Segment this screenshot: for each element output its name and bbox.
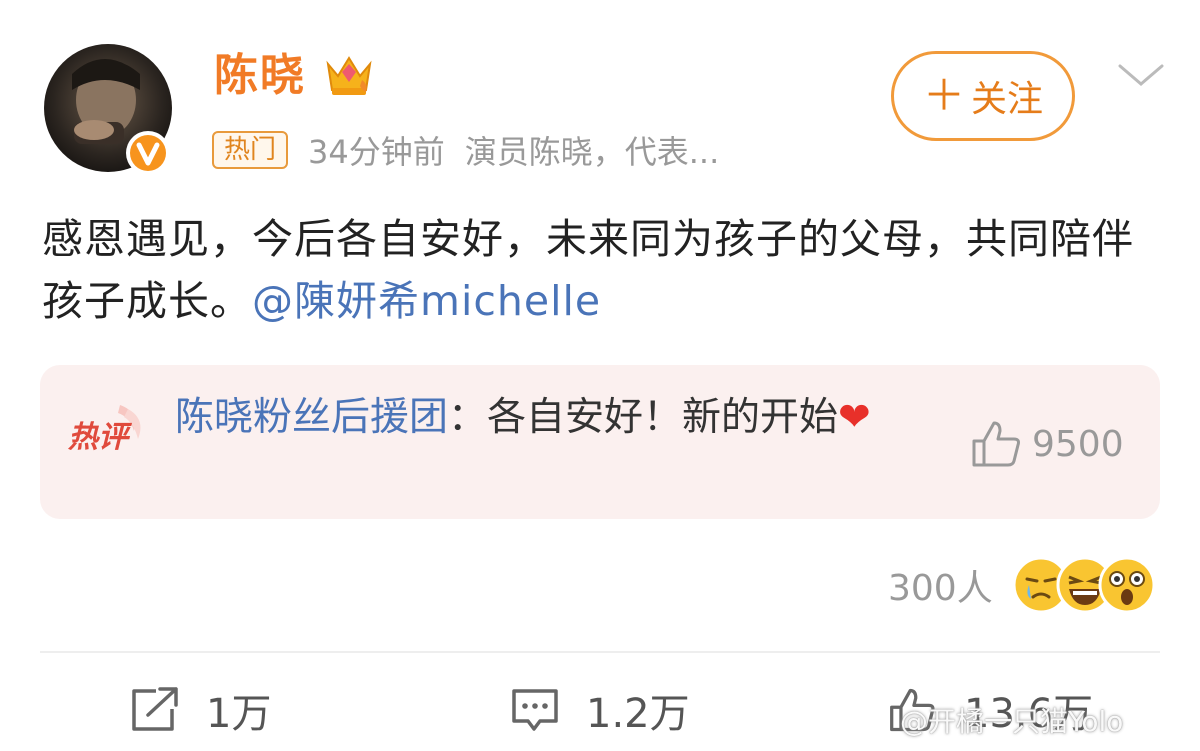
heart-icon: ❤ bbox=[838, 395, 871, 440]
watermark: @开橘一只猫Yolo bbox=[900, 705, 1124, 738]
post-meta: 热门 34分钟前 演员陈晓，代表... bbox=[212, 126, 719, 174]
hot-comment-card[interactable]: 热评 陈晓粉丝后援团：各自安好！新的开始❤ 9500 bbox=[40, 365, 1160, 519]
thumbs-up-icon bbox=[972, 421, 1020, 467]
plus-icon: ＋ bbox=[922, 71, 965, 120]
post-source: 演员陈晓，代表... bbox=[464, 133, 720, 171]
comment-count: 1.2万 bbox=[586, 691, 690, 737]
comment-button[interactable]: 1.2万 bbox=[510, 680, 690, 740]
divider bbox=[40, 651, 1160, 653]
follow-button[interactable]: ＋ 关注 bbox=[891, 51, 1075, 141]
hot-comment-author[interactable]: 陈晓粉丝后援团 bbox=[175, 395, 448, 440]
comment-icon bbox=[512, 689, 558, 731]
post-text: 感恩遇见，今后各自安好，未来同为孩子的父母，共同陪伴孩子成长。@陳妍希miche… bbox=[42, 208, 1162, 332]
reactions[interactable]: 300人 bbox=[888, 555, 1156, 615]
hot-comment-badge: 热评 bbox=[68, 420, 133, 455]
repost-button[interactable]: 1万 bbox=[130, 680, 271, 740]
surprised-face-icon bbox=[1098, 556, 1156, 614]
hot-comment-like-button[interactable]: 9500 bbox=[970, 419, 1124, 469]
follow-label: 关注 bbox=[971, 79, 1044, 120]
crown-icon[interactable] bbox=[322, 50, 376, 100]
hot-comment-badge-icon: 热评 bbox=[67, 401, 148, 457]
repost-count: 1万 bbox=[206, 691, 272, 737]
verified-badge-icon bbox=[124, 129, 172, 177]
post-time: 34分钟前 bbox=[308, 133, 445, 171]
username[interactable]: 陈晓 bbox=[214, 46, 306, 106]
mention-link[interactable]: @陳妍希michelle bbox=[252, 277, 601, 325]
chevron-down-icon[interactable] bbox=[1114, 60, 1168, 90]
hot-comment-text: 陈晓粉丝后援团：各自安好！新的开始❤ bbox=[175, 389, 945, 447]
repost-icon bbox=[132, 687, 178, 731]
hot-comment-like-count: 9500 bbox=[1032, 423, 1124, 465]
hot-comment-separator: ： bbox=[448, 395, 488, 440]
reaction-emojis bbox=[1011, 555, 1156, 615]
hot-tag: 热门 bbox=[212, 131, 289, 169]
reactions-count: 300人 bbox=[888, 568, 993, 609]
hot-comment-content: 各自安好！新的开始 bbox=[487, 395, 839, 440]
